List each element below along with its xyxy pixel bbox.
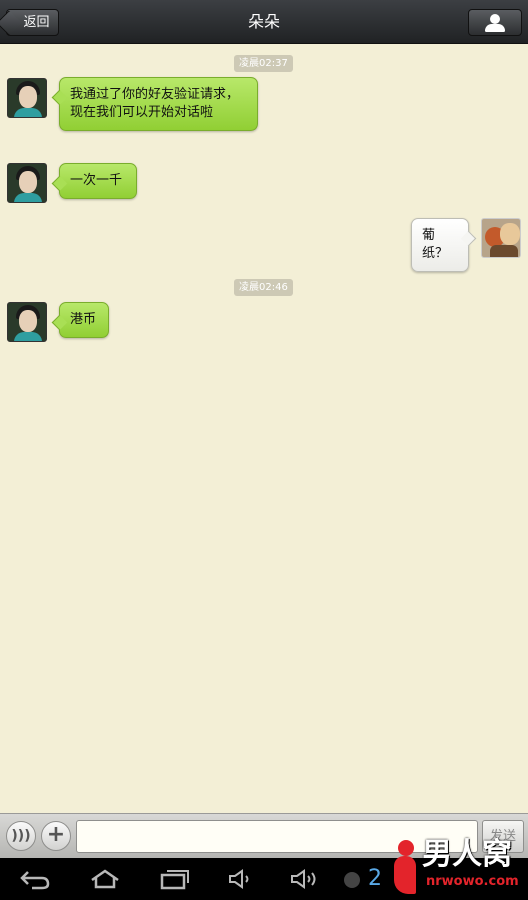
incoming-message[interactable]: 我通过了你的好友验证请求，现在我们可以开始对话啦 [59,77,258,131]
home-icon[interactable] [88,866,122,892]
voice-icon: ))) [11,828,31,844]
watermark-text: 男人窝 [422,837,512,872]
message-timestamp: 凌晨02:37 [234,55,293,72]
contact-avatar[interactable] [7,163,47,203]
watermark-figure-icon [390,840,420,894]
more-button[interactable]: + [41,821,71,851]
status-dot [344,872,360,888]
message-timestamp: 凌晨02:46 [234,279,293,296]
outgoing-message[interactable]: 葡纸？ [411,218,469,272]
site-watermark: 男人窝 nrwowo.com [388,836,524,898]
contact-avatar[interactable] [7,78,47,118]
incoming-message[interactable]: 一次一千 [59,163,137,199]
contact-avatar[interactable] [7,302,47,342]
profile-button[interactable] [468,9,522,36]
plus-icon: + [46,822,66,847]
incoming-message[interactable]: 港币 [59,302,109,338]
volume-up-icon[interactable] [288,866,322,892]
recent-apps-icon[interactable] [158,866,192,892]
back-icon[interactable] [18,866,52,892]
volume-down-icon[interactable] [226,866,256,892]
my-avatar[interactable] [481,218,521,258]
title-bar: 返回 朵朵 [0,0,528,44]
watermark-url: nrwowo.com [426,874,519,889]
chat-title: 朵朵 [247,12,280,31]
voice-button[interactable]: ))) [6,821,36,851]
back-button-label: 返回 [23,15,50,30]
status-clock: 2 [368,866,382,891]
